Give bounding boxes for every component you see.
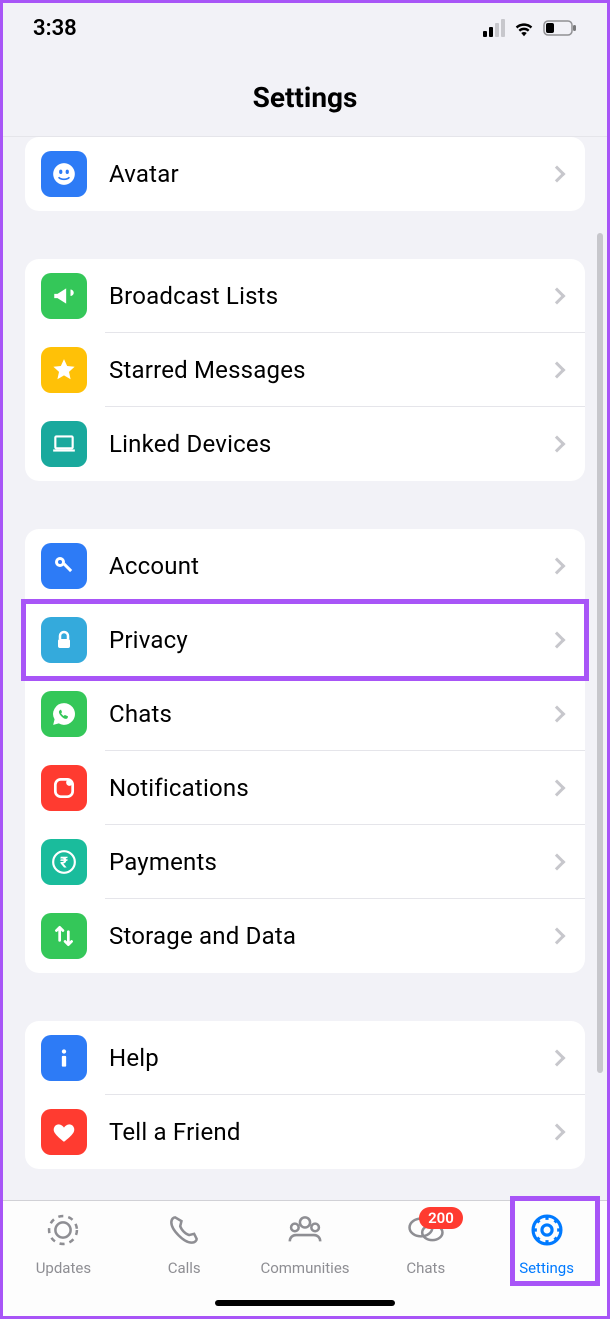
chevron-right-icon — [549, 288, 566, 305]
avatar-icon — [41, 151, 87, 197]
notification-icon — [41, 765, 87, 811]
settings-row-linked-devices[interactable]: Linked Devices — [25, 407, 585, 481]
star-icon — [41, 347, 87, 393]
settings-icon — [527, 1211, 567, 1253]
whatsapp-icon — [41, 691, 87, 737]
settings-row-avatar[interactable]: Avatar — [25, 137, 585, 211]
settings-section: Account Privacy Chats Notifications ₹ Payment… — [25, 529, 585, 973]
row-label: Notifications — [109, 774, 551, 802]
settings-scroll[interactable]: Avatar Broadcast Lists Starred Messages Lin… — [3, 137, 607, 1200]
chevron-right-icon — [549, 928, 566, 945]
info-icon — [41, 1035, 87, 1081]
svg-text:₹: ₹ — [60, 853, 68, 871]
chevron-right-icon — [549, 632, 566, 649]
chevron-right-icon — [549, 1050, 566, 1067]
status-indicators — [483, 19, 577, 37]
row-label: Starred Messages — [109, 356, 551, 384]
laptop-icon — [41, 421, 87, 467]
tab-label: Updates — [36, 1259, 91, 1277]
status-time: 3:38 — [33, 16, 77, 41]
chevron-right-icon — [549, 436, 566, 453]
settings-row-privacy[interactable]: Privacy — [25, 603, 585, 677]
settings-section: Avatar — [25, 137, 585, 211]
chevron-right-icon — [549, 706, 566, 723]
badge: 200 — [419, 1207, 463, 1229]
row-label: Avatar — [109, 160, 551, 188]
settings-row-help[interactable]: Help — [25, 1021, 585, 1095]
page-header: Settings — [3, 53, 607, 137]
arrows-icon — [41, 913, 87, 959]
chevron-right-icon — [549, 780, 566, 797]
tab-label: Communities — [260, 1259, 349, 1277]
chevron-right-icon — [549, 1124, 566, 1141]
tab-updates[interactable]: Updates — [8, 1211, 118, 1316]
wifi-icon — [513, 19, 535, 37]
communities-icon — [285, 1211, 325, 1253]
settings-row-notifications[interactable]: Notifications — [25, 751, 585, 825]
chevron-right-icon — [549, 558, 566, 575]
updates-icon — [43, 1211, 83, 1253]
heart-icon — [41, 1109, 87, 1155]
row-label: Account — [109, 552, 551, 580]
settings-section: Help Tell a Friend — [25, 1021, 585, 1169]
settings-row-tell-a-friend[interactable]: Tell a Friend — [25, 1095, 585, 1169]
rupee-icon: ₹ — [41, 839, 87, 885]
row-label: Chats — [109, 700, 551, 728]
home-indicator — [215, 1300, 395, 1306]
row-label: Help — [109, 1044, 551, 1072]
megaphone-icon — [41, 273, 87, 319]
row-label: Broadcast Lists — [109, 282, 551, 310]
tab-settings[interactable]: Settings — [492, 1211, 602, 1316]
chevron-right-icon — [549, 362, 566, 379]
tab-label: Settings — [519, 1259, 574, 1277]
tab-label: Chats — [406, 1259, 445, 1277]
page-title: Settings — [3, 81, 607, 114]
scrollbar[interactable] — [597, 233, 603, 1073]
key-icon — [41, 543, 87, 589]
row-label: Tell a Friend — [109, 1118, 551, 1146]
tab-bar: Updates Calls Communities 200 Chats Settings — [3, 1200, 607, 1316]
lock-icon — [41, 617, 87, 663]
settings-row-payments[interactable]: ₹ Payments — [25, 825, 585, 899]
settings-section: Broadcast Lists Starred Messages Linked De… — [25, 259, 585, 481]
row-label: Storage and Data — [109, 922, 551, 950]
chevron-right-icon — [549, 166, 566, 183]
settings-row-storage-and-data[interactable]: Storage and Data — [25, 899, 585, 973]
row-label: Payments — [109, 848, 551, 876]
cellular-signal-icon — [483, 19, 505, 37]
settings-row-starred-messages[interactable]: Starred Messages — [25, 333, 585, 407]
settings-row-chats[interactable]: Chats — [25, 677, 585, 751]
row-label: Linked Devices — [109, 430, 551, 458]
battery-icon — [543, 20, 577, 36]
calls-icon — [164, 1211, 204, 1253]
status-bar: 3:38 — [3, 3, 607, 53]
settings-row-account[interactable]: Account — [25, 529, 585, 603]
row-label: Privacy — [109, 626, 551, 654]
settings-row-broadcast-lists[interactable]: Broadcast Lists — [25, 259, 585, 333]
chevron-right-icon — [549, 854, 566, 871]
tab-label: Calls — [168, 1259, 201, 1277]
